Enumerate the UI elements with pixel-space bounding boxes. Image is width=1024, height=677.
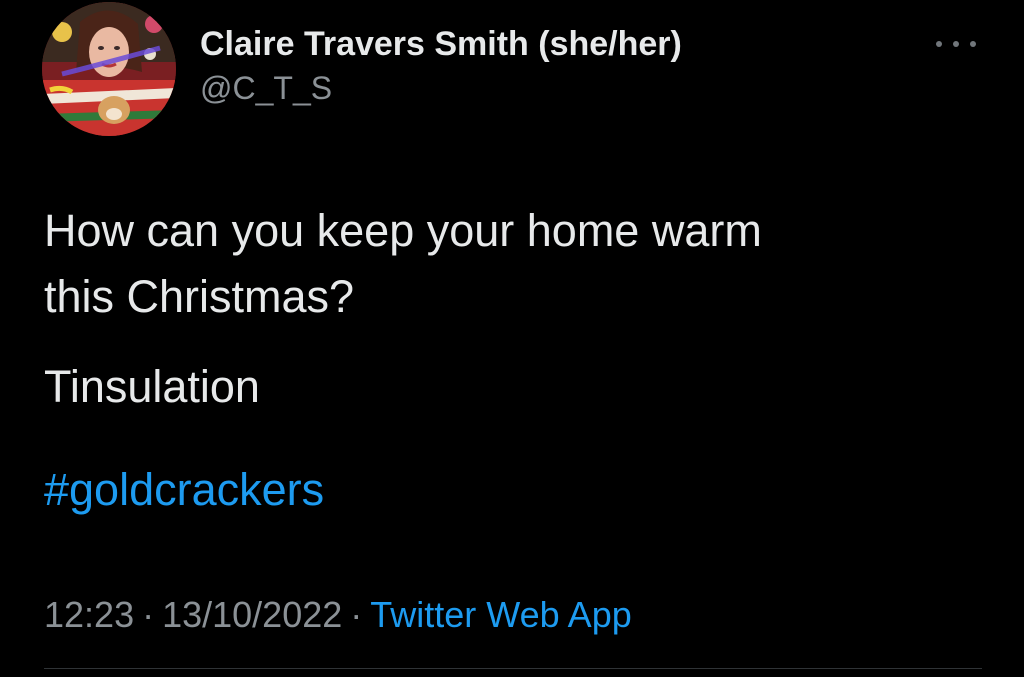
- more-dot: [970, 41, 976, 47]
- tweet-text: How can you keep your home warm this Chr…: [44, 198, 974, 420]
- more-dot: [936, 41, 942, 47]
- more-dot: [953, 41, 959, 47]
- meta-separator: ·: [142, 594, 155, 635]
- hashtag-link[interactable]: #goldcrackers: [44, 460, 324, 520]
- author-handle[interactable]: @C_T_S: [200, 68, 682, 108]
- tweet-source-link[interactable]: Twitter Web App: [370, 594, 631, 635]
- avatar[interactable]: [42, 2, 176, 136]
- tweet-text-line: this Christmas?: [44, 271, 355, 322]
- more-options-icon[interactable]: [936, 34, 976, 54]
- tweet-time[interactable]: 12:23: [44, 594, 134, 635]
- divider: [44, 668, 982, 669]
- author-display-name[interactable]: Claire Travers Smith (she/her): [200, 22, 682, 66]
- tweet-date[interactable]: 13/10/2022: [162, 594, 342, 635]
- meta-separator: ·: [350, 594, 363, 635]
- avatar-image: [42, 2, 176, 136]
- tweet-text-line: How can you keep your home warm: [44, 205, 762, 256]
- author-info: Claire Travers Smith (she/her) @C_T_S: [200, 22, 682, 108]
- tweet-detail: Claire Travers Smith (she/her) @C_T_S Ho…: [0, 0, 1024, 677]
- tweet-text-line: Tinsulation: [44, 361, 260, 412]
- tweet-metadata: 12:23 · 13/10/2022 · Twitter Web App: [44, 592, 632, 638]
